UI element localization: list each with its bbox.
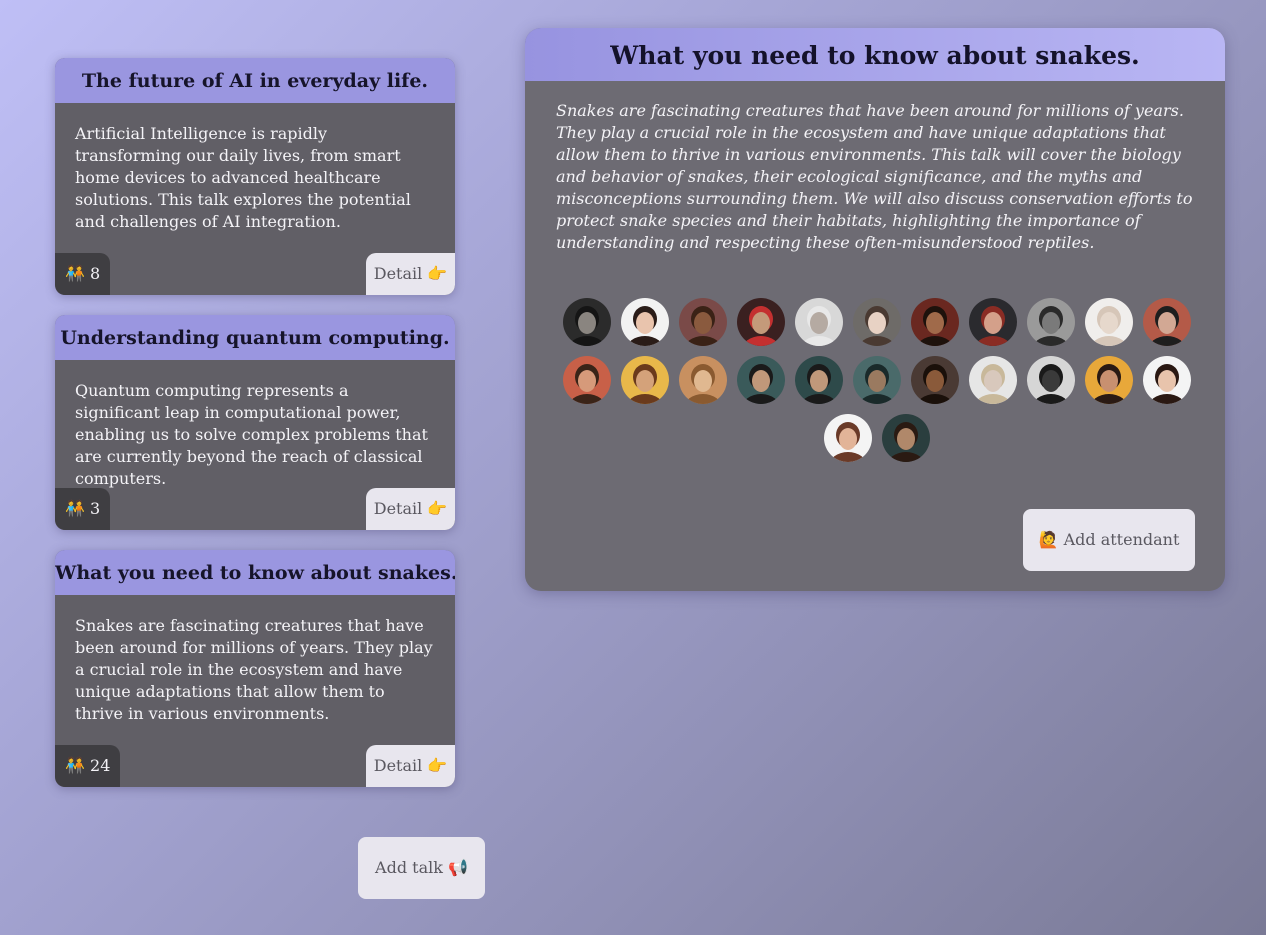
attendee-count-badge: 🧑‍🤝‍🧑 24 bbox=[55, 745, 121, 787]
detail-button[interactable]: Detail 👉 bbox=[366, 253, 455, 295]
detail-description: Snakes are fascinating creatures that ha… bbox=[556, 101, 1193, 252]
talk-card: The future of AI in everyday life. Artif… bbox=[55, 58, 455, 295]
attendee-avatar[interactable] bbox=[621, 356, 669, 404]
attendee-count-badge: 🧑‍🤝‍🧑 3 bbox=[55, 488, 111, 530]
avatar-photo-icon bbox=[911, 356, 959, 404]
talk-title: The future of AI in everyday life. bbox=[55, 58, 455, 103]
attendee-avatar[interactable] bbox=[679, 298, 727, 346]
avatar-photo-icon bbox=[853, 298, 901, 346]
talk-title: What you need to know about snakes. bbox=[55, 550, 455, 595]
avatar-photo-icon bbox=[1143, 356, 1191, 404]
avatar-photo-icon bbox=[737, 298, 785, 346]
attendee-avatar[interactable] bbox=[1027, 356, 1075, 404]
attendee-count-badge: 🧑‍🤝‍🧑 8 bbox=[55, 253, 111, 295]
avatar-photo-icon bbox=[563, 298, 611, 346]
attendee-avatar[interactable] bbox=[1027, 298, 1075, 346]
attendee-avatar[interactable] bbox=[882, 414, 930, 462]
avatar-photo-icon bbox=[911, 298, 959, 346]
avatar-photo-icon bbox=[621, 356, 669, 404]
avatar-photo-icon bbox=[1085, 298, 1133, 346]
talk-card: What you need to know about snakes. Snak… bbox=[55, 550, 455, 787]
avatar-photo-icon bbox=[737, 356, 785, 404]
avatar-photo-icon bbox=[969, 356, 1017, 404]
talk-description: Quantum computing represents a significa… bbox=[75, 381, 428, 488]
avatar-photo-icon bbox=[563, 356, 611, 404]
avatar-photo-icon bbox=[679, 356, 727, 404]
avatar-photo-icon bbox=[621, 298, 669, 346]
attendee-avatar[interactable] bbox=[911, 298, 959, 346]
attendee-avatar[interactable] bbox=[679, 356, 727, 404]
attendee-avatar[interactable] bbox=[969, 356, 1017, 404]
talk-detail-panel: What you need to know about snakes. Snak… bbox=[525, 28, 1225, 591]
add-talk-button[interactable]: Add talk 📢 bbox=[358, 837, 485, 899]
attendee-avatar[interactable] bbox=[737, 298, 785, 346]
avatar-photo-icon bbox=[1027, 356, 1075, 404]
attendee-avatar[interactable] bbox=[795, 298, 843, 346]
avatar-photo-icon bbox=[1143, 298, 1191, 346]
attendee-avatar[interactable] bbox=[853, 298, 901, 346]
attendee-avatar[interactable] bbox=[1143, 298, 1191, 346]
detail-button[interactable]: Detail 👉 bbox=[366, 488, 455, 530]
avatar-photo-icon bbox=[795, 298, 843, 346]
avatar-photo-icon bbox=[882, 414, 930, 462]
talk-card: Understanding quantum computing. Quantum… bbox=[55, 315, 455, 530]
attendee-avatar[interactable] bbox=[1143, 356, 1191, 404]
attendee-avatar[interactable] bbox=[824, 414, 872, 462]
attendee-avatar[interactable] bbox=[795, 356, 843, 404]
attendee-avatar[interactable] bbox=[1085, 356, 1133, 404]
attendee-avatar[interactable] bbox=[563, 298, 611, 346]
attendee-avatar[interactable] bbox=[563, 356, 611, 404]
attendee-avatar[interactable] bbox=[969, 298, 1017, 346]
talk-title: Understanding quantum computing. bbox=[55, 315, 455, 360]
avatar-photo-icon bbox=[1085, 356, 1133, 404]
attendee-avatar[interactable] bbox=[737, 356, 785, 404]
talk-description: Snakes are fascinating creatures that ha… bbox=[75, 616, 433, 723]
detail-button[interactable]: Detail 👉 bbox=[366, 745, 455, 787]
avatar-photo-icon bbox=[679, 298, 727, 346]
avatar-photo-icon bbox=[795, 356, 843, 404]
avatar-photo-icon bbox=[853, 356, 901, 404]
avatar-photo-icon bbox=[824, 414, 872, 462]
attendee-avatar[interactable] bbox=[1085, 298, 1133, 346]
attendee-avatar[interactable] bbox=[911, 356, 959, 404]
detail-title: What you need to know about snakes. bbox=[525, 28, 1225, 81]
attendee-avatar[interactable] bbox=[621, 298, 669, 346]
avatar-photo-icon bbox=[969, 298, 1017, 346]
attendee-avatars bbox=[558, 298, 1196, 462]
attendee-avatar[interactable] bbox=[853, 356, 901, 404]
talk-description: Artificial Intelligence is rapidly trans… bbox=[75, 124, 411, 231]
add-attendant-button[interactable]: 🙋 Add attendant bbox=[1023, 509, 1195, 571]
avatar-photo-icon bbox=[1027, 298, 1075, 346]
